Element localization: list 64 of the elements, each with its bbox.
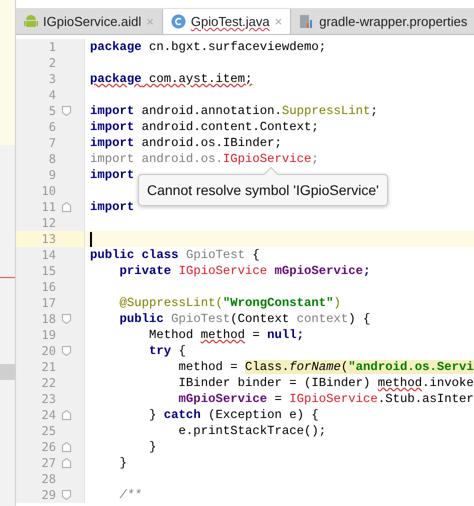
- line-number: 11: [40, 200, 56, 214]
- code-line: mGpioService = IGpioService.Stub.asInter: [178, 392, 474, 406]
- line-number: 29: [40, 488, 56, 502]
- line-number: 15: [40, 264, 56, 278]
- fold-icon[interactable]: [62, 314, 70, 324]
- line-number: 25: [40, 424, 56, 438]
- line-number: 12: [40, 216, 56, 230]
- android-icon: [24, 14, 38, 29]
- line-number: 5: [48, 104, 56, 118]
- line-number: 23: [40, 392, 56, 406]
- code-line: private IGpioService mGpioService;: [118, 264, 370, 278]
- code-line: public GpioTest(Context context) {: [118, 312, 370, 326]
- code-line: }: [118, 456, 127, 470]
- line-number: 9: [48, 168, 56, 182]
- code-line: IBinder binder = (IBinder) method.invoke: [178, 376, 474, 390]
- line-number: 10: [40, 184, 56, 198]
- code-line: Method method = null;: [148, 328, 304, 342]
- line-number: 27: [40, 456, 56, 470]
- fold-icon[interactable]: [62, 202, 70, 212]
- error-tooltip: Cannot resolve symbol 'IGpioService': [138, 174, 388, 206]
- line-number: 3: [48, 72, 56, 86]
- line-number: 18: [40, 312, 56, 326]
- line-number: 1: [48, 40, 56, 54]
- line-number: 22: [40, 376, 56, 390]
- code-line: @SuppressLint("WrongConstant"): [118, 296, 341, 310]
- code-line: public class GpioTest {: [89, 248, 260, 262]
- code-line: import: [89, 168, 134, 182]
- code-line: package cn.bgxt.surfaceviewdemo;: [89, 40, 326, 54]
- fold-icon[interactable]: [62, 410, 70, 420]
- code-line: package com.ayst.item;: [89, 72, 252, 86]
- line-number: 17: [40, 296, 56, 310]
- line-number: 6: [48, 120, 56, 134]
- line-number: 7: [48, 136, 56, 150]
- line-number: 26: [40, 440, 56, 454]
- code-line: method = Class.forName("android.os.Servi: [178, 360, 474, 374]
- code-line: import android.annotation.SuppressLint;: [89, 104, 378, 118]
- line-number: 14: [40, 248, 56, 262]
- line-number: 16: [40, 280, 56, 294]
- line-number: 19: [40, 328, 56, 342]
- code-line: import android.content.Context;: [89, 120, 319, 134]
- code-line: import android.os.IBinder;: [89, 136, 282, 150]
- line-number: 28: [40, 472, 56, 486]
- code-line: try {: [148, 344, 186, 358]
- chart-file-icon: [299, 14, 314, 29]
- line-number: 21: [40, 360, 56, 374]
- editor-tab[interactable]: GpioTest.java ×: [162, 9, 292, 34]
- line-number: 13: [40, 232, 56, 246]
- code-line: /**: [118, 488, 142, 502]
- line-number: 24: [40, 408, 56, 422]
- line-number: 2: [48, 56, 56, 70]
- text-cursor: [90, 232, 92, 246]
- fold-icon[interactable]: [62, 346, 70, 356]
- code-line: }: [148, 440, 156, 454]
- code-line: e.printStackTrace();: [178, 424, 326, 438]
- code-line: import: [89, 200, 134, 214]
- code-line: import android.os.IGpioService;: [89, 152, 319, 166]
- fold-icon[interactable]: [62, 106, 70, 116]
- code-line: } catch (Exception e) {: [148, 408, 319, 422]
- line-number: 20: [40, 344, 56, 358]
- fold-icon[interactable]: [62, 490, 70, 500]
- line-number: 4: [48, 88, 56, 102]
- line-number: 8: [48, 152, 56, 166]
- class-icon: [170, 14, 186, 29]
- error-line: [0, 277, 15, 278]
